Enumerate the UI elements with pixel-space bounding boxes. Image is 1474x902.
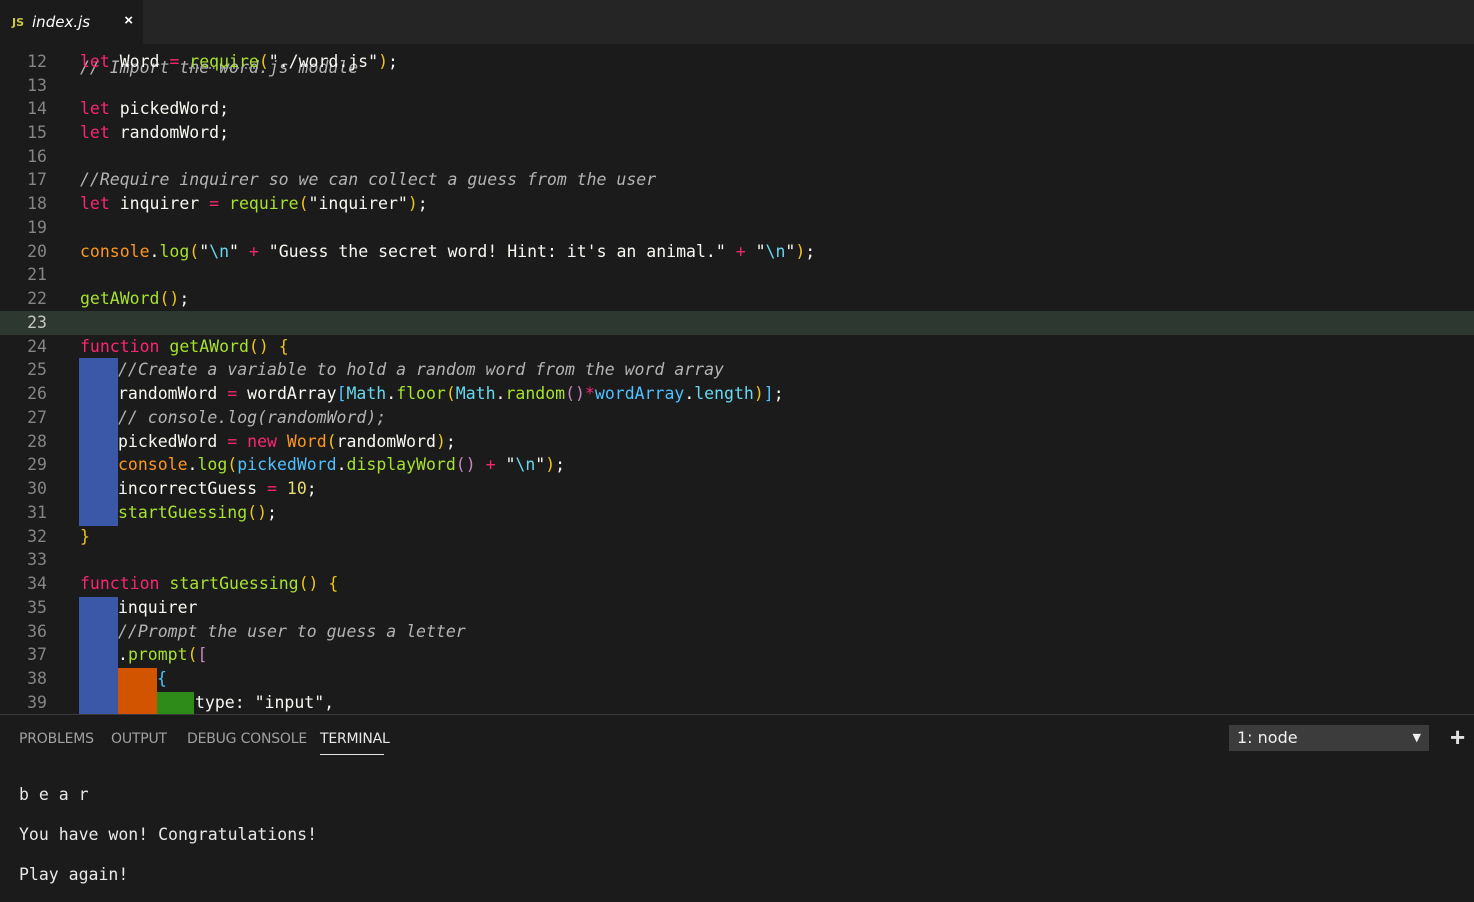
code-text: let inquirer = require("inquirer"); — [80, 194, 428, 213]
line-number: 31 — [27, 503, 47, 522]
line-number: 17 — [27, 170, 47, 189]
line-number: 37 — [27, 645, 47, 664]
tab-index-js[interactable]: JS index.js × — [0, 0, 143, 44]
line-number: 16 — [27, 147, 47, 166]
line-number: 18 — [27, 194, 47, 213]
terminal-line: Play again! — [19, 865, 129, 884]
code-text: // console.log(randomWord); — [118, 408, 387, 427]
code-text: getAWord(); — [80, 289, 190, 308]
code-line: 18 let inquirer = require("inquirer"); — [0, 192, 1474, 216]
line-number: 33 — [27, 550, 47, 569]
code-editor[interactable]: // Import the word.js module 12 let Word … — [0, 44, 1474, 714]
code-text: function getAWord() { — [80, 337, 289, 356]
line-number: 24 — [27, 337, 47, 356]
code-text: pickedWord = new Word(randomWord); — [118, 432, 456, 451]
code-text: { — [157, 669, 167, 688]
terminal-select-value: 1: node — [1237, 728, 1298, 747]
code-line: 26 randomWord = wordArray[Math.floor(Math… — [0, 382, 1474, 406]
tab-output[interactable]: OUTPUT — [111, 731, 167, 747]
line-number: 19 — [27, 218, 47, 237]
line-number: 20 — [27, 242, 47, 261]
code-text: type: "input", — [195, 693, 335, 712]
code-line: 29 console.log(pickedWord.displayWord() +… — [0, 453, 1474, 477]
chevron-down-icon: ▼ — [1412, 731, 1421, 744]
line-number: 25 — [27, 360, 47, 379]
code-line: 38 { — [0, 667, 1474, 691]
code-text: let Word = require("./word.js"); — [80, 52, 398, 71]
line-number: 36 — [27, 622, 47, 641]
line-number: 12 — [27, 52, 47, 71]
code-line: 28 pickedWord = new Word(randomWord); — [0, 430, 1474, 454]
line-number: 23 — [27, 313, 47, 332]
javascript-file-icon: JS — [12, 15, 25, 29]
terminal-line: You have won! Congratulations! — [19, 825, 318, 844]
line-number: 39 — [27, 693, 47, 712]
line-number: 38 — [27, 669, 47, 688]
tab-debug-console[interactable]: DEBUG CONSOLE — [187, 731, 307, 747]
terminal-line: b e a r — [19, 785, 89, 804]
line-number: 21 — [27, 265, 47, 284]
line-number: 29 — [27, 455, 47, 474]
line-number: 14 — [27, 99, 47, 118]
code-line: 24 function getAWord() { — [0, 335, 1474, 359]
code-text: inquirer — [118, 598, 198, 617]
code-line: 31 startGuessing(); — [0, 501, 1474, 525]
code-text: incorrectGuess = 10; — [118, 479, 317, 498]
line-number: 13 — [27, 76, 47, 95]
tab-terminal[interactable]: TERMINAL — [320, 731, 390, 747]
code-line: 36 //Prompt the user to guess a letter — [0, 620, 1474, 644]
code-line: 25 //Create a variable to hold a random w… — [0, 358, 1474, 382]
code-line: 15 let randomWord; — [0, 121, 1474, 145]
code-line: 32} — [0, 525, 1474, 549]
line-number: 30 — [27, 479, 47, 498]
line-number: 27 — [27, 408, 47, 427]
code-text: //Require inquirer so we can collect a g… — [80, 170, 657, 189]
line-number: 15 — [27, 123, 47, 142]
code-text: let randomWord; — [80, 123, 230, 142]
code-line: 17 //Require inquirer so we can collect a… — [0, 168, 1474, 192]
line-number: 32 — [27, 527, 47, 546]
code-line: 21 — [0, 263, 1474, 287]
code-text: console.log(pickedWord.displayWord() + "… — [118, 455, 566, 474]
code-text: } — [80, 527, 90, 546]
code-line: 33 — [0, 548, 1474, 572]
active-tab-indicator — [320, 754, 384, 755]
line-number: 34 — [27, 574, 47, 593]
line-number: 28 — [27, 432, 47, 451]
close-icon[interactable]: × — [124, 12, 133, 29]
code-line: 35 inquirer — [0, 596, 1474, 620]
line-number: 26 — [27, 384, 47, 403]
code-line: 14 let pickedWord; — [0, 97, 1474, 121]
code-line: 34 function startGuessing() { — [0, 572, 1474, 596]
code-text: //Prompt the user to guess a letter — [118, 622, 466, 641]
tab-problems[interactable]: PROBLEMS — [19, 731, 94, 747]
line-number: 35 — [27, 598, 47, 617]
code-line: 37 .prompt([ — [0, 643, 1474, 667]
code-line-current: 23 — [0, 311, 1474, 335]
line-number: 22 — [27, 289, 47, 308]
code-line: 39 type: "input", — [0, 691, 1474, 714]
code-text: .prompt([ — [118, 645, 208, 664]
code-line: 22 getAWord(); — [0, 287, 1474, 311]
code-line: 13 — [0, 74, 1474, 98]
code-text: startGuessing(); — [118, 503, 277, 522]
code-text: console.log("\n" + "Guess the secret wor… — [80, 242, 816, 261]
code-line: 30 incorrectGuess = 10; — [0, 477, 1474, 501]
tab-bar: JS index.js × — [0, 0, 1474, 44]
code-line: 20 console.log("\n" + "Guess the secret w… — [0, 240, 1474, 264]
code-line: 19 — [0, 216, 1474, 240]
code-line: 12 let Word = require("./word.js"); — [0, 50, 1474, 74]
add-terminal-icon[interactable]: + — [1450, 723, 1465, 751]
bottom-panel: PROBLEMS OUTPUT DEBUG CONSOLE TERMINAL 1… — [0, 714, 1474, 902]
tab-title: index.js — [32, 13, 91, 31]
terminal-select[interactable]: 1: node ▼ — [1229, 725, 1429, 751]
code-text: let pickedWord; — [80, 99, 230, 118]
code-text: function startGuessing() { — [80, 574, 339, 593]
code-text: //Create a variable to hold a random wor… — [118, 360, 724, 379]
code-line: 27 // console.log(randomWord); — [0, 406, 1474, 430]
code-text: randomWord = wordArray[Math.floor(Math.r… — [118, 384, 784, 403]
code-line: 16 — [0, 145, 1474, 169]
